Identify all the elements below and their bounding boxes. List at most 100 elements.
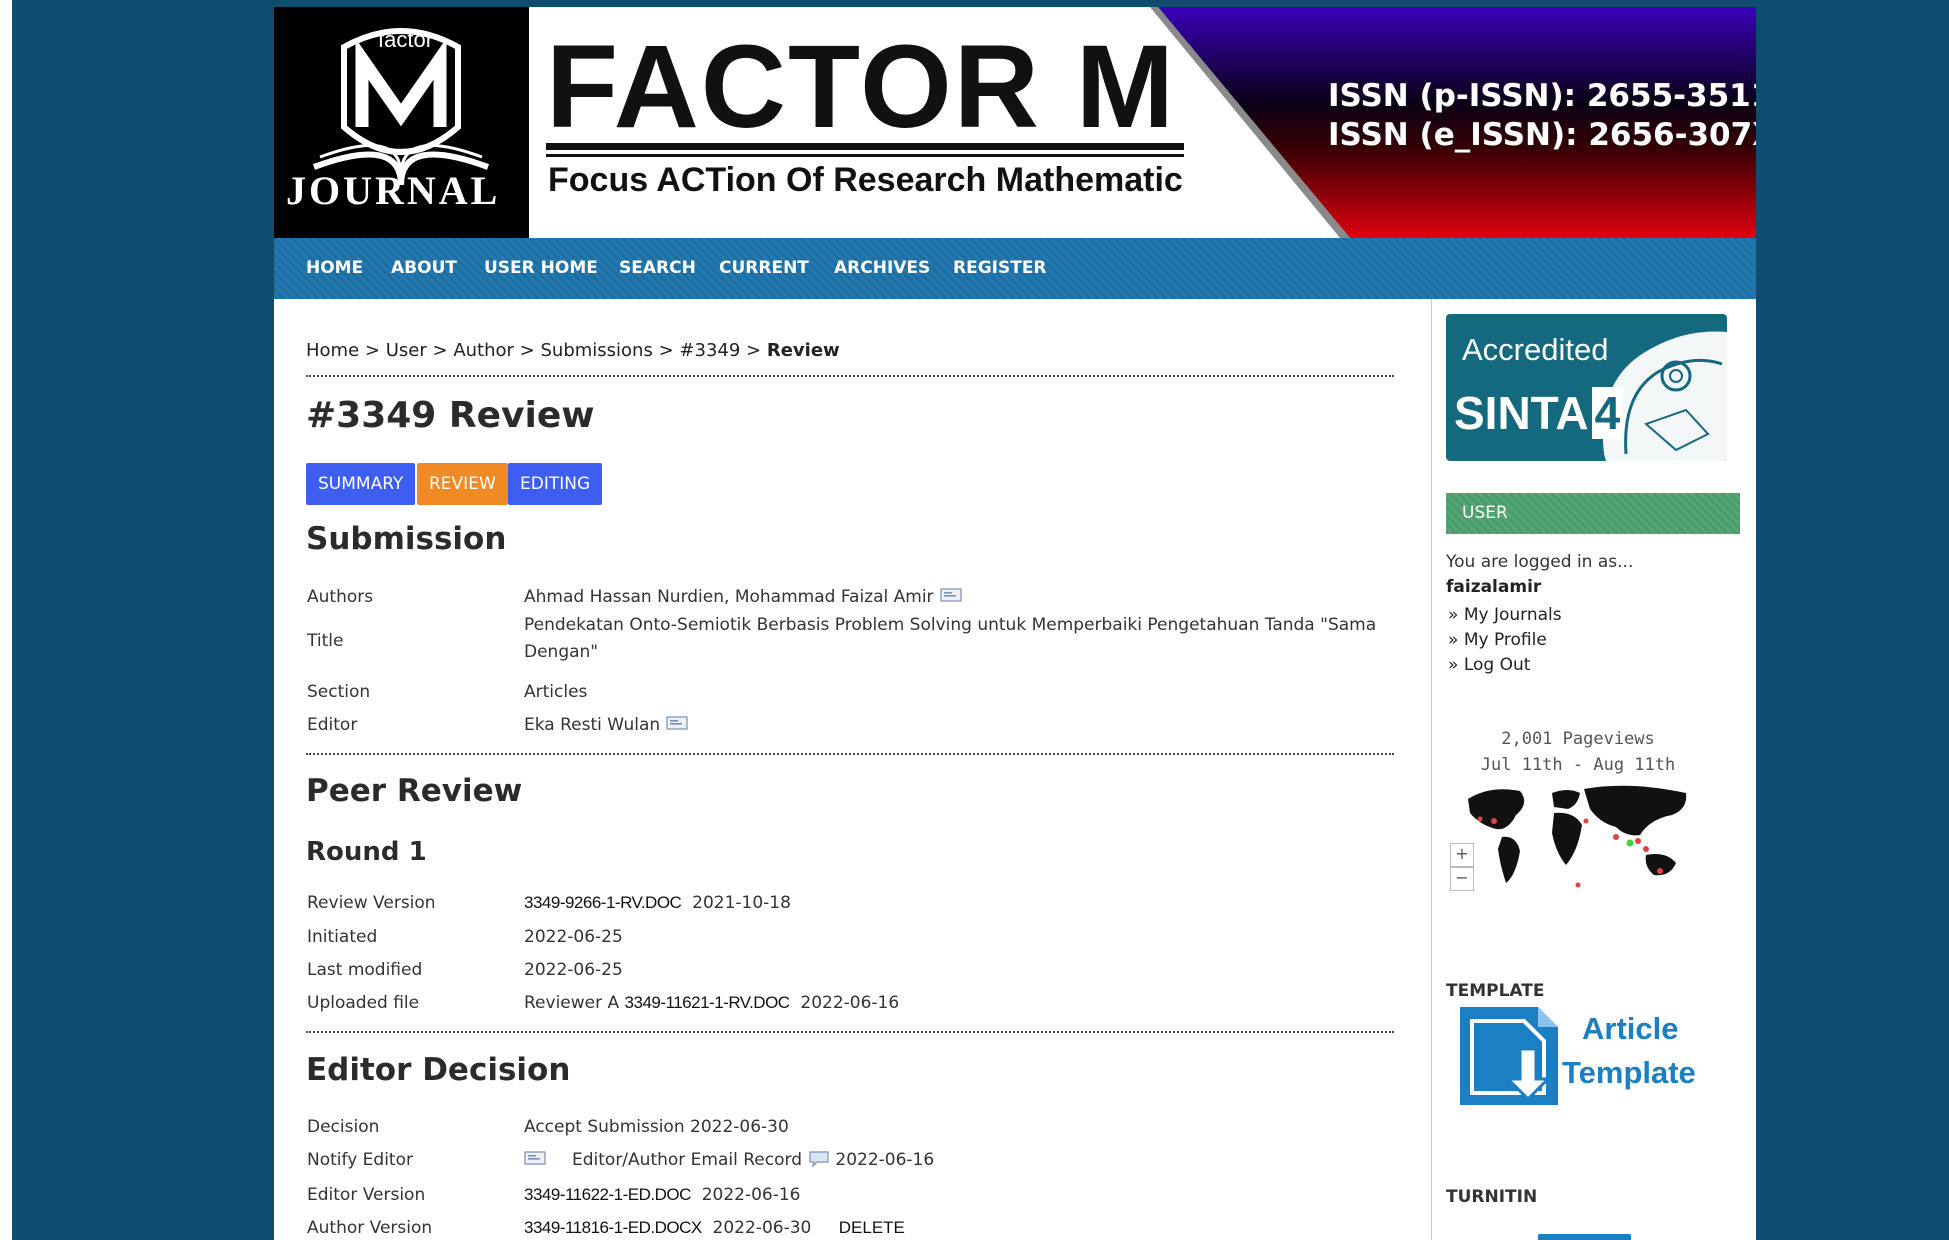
user-block-header: USER <box>1446 493 1740 534</box>
editor-version-file-link[interactable]: 3349-11622-1-ED.DOC <box>524 1185 691 1204</box>
envelope-icon[interactable] <box>666 715 688 735</box>
logo-top-text: factor <box>378 27 434 52</box>
title-value: Pendekatan Onto-Semiotik Berbasis Proble… <box>524 615 1377 662</box>
breadcrumb-home[interactable]: Home <box>306 340 359 361</box>
sidebar-link-log-out[interactable]: » Log Out <box>1448 655 1530 675</box>
breadcrumb-author[interactable]: Author <box>453 340 514 361</box>
decision-label: Decision <box>307 1117 380 1137</box>
breadcrumb-submissions[interactable]: Submissions <box>540 340 652 361</box>
initiated-label: Initiated <box>307 927 378 947</box>
uploaded-file-date: 2022-06-16 <box>800 993 900 1013</box>
submission-heading: Submission <box>306 521 507 557</box>
author-version-file-link[interactable]: 3349-11816-1-ED.DOCX <box>524 1218 702 1237</box>
editor-version-date: 2022-06-16 <box>701 1185 801 1205</box>
notify-date: 2022-06-16 <box>835 1150 935 1170</box>
breadcrumb: Home > User > Author > Submissions > #33… <box>306 340 840 361</box>
nav-current[interactable]: CURRENT <box>719 258 809 278</box>
editor-name: Eka Resti Wulan <box>524 715 661 735</box>
email-record-link[interactable]: Editor/Author Email Record <box>572 1150 802 1170</box>
issn-block: ISSN (p-ISSN): 2655-3511 ISSN (e_ISSN): … <box>1328 77 1756 155</box>
notify-editor-label: Notify Editor <box>307 1150 413 1170</box>
pageviews-count: 2,001 Pageviews <box>1501 729 1655 749</box>
brand-rule <box>546 143 1184 150</box>
nav-search[interactable]: SEARCH <box>619 258 696 278</box>
world-map-icon <box>1468 785 1687 888</box>
tab-summary[interactable]: SUMMARY <box>306 463 416 505</box>
tab-review[interactable]: REVIEW <box>417 463 508 505</box>
notify-editor-value: Editor/Author Email Record 2022-06-16 <box>524 1150 934 1173</box>
divider <box>306 1031 1394 1033</box>
editor-decision-heading: Editor Decision <box>306 1052 571 1088</box>
author-version-value: 3349-11816-1-ED.DOCX 2022-06-30 DELETE <box>524 1218 905 1238</box>
nav-archives[interactable]: ARCHIVES <box>834 258 930 278</box>
breadcrumb-user[interactable]: User <box>386 340 427 361</box>
sinta-level: 4 <box>1591 387 1624 439</box>
logged-in-as-text: You are logged in as... <box>1446 552 1634 572</box>
template-heading: TEMPLATE <box>1446 981 1545 1001</box>
article-template-link[interactable]: Article Template <box>1454 1001 1696 1125</box>
section-value: Articles <box>524 682 588 702</box>
author-version-date: 2022-06-30 <box>712 1218 812 1238</box>
sinta-word: SINTA <box>1454 387 1589 439</box>
uploaded-reviewer: Reviewer A <box>524 993 620 1013</box>
envelope-icon[interactable] <box>939 587 962 607</box>
sinta-accredited-text: Accredited <box>1462 332 1609 367</box>
review-version-file-link[interactable]: 3349-9266-1-RV.DOC <box>524 893 682 912</box>
author-version-label: Author Version <box>307 1218 433 1238</box>
uploaded-file-label: Uploaded file <box>307 993 420 1013</box>
delete-button[interactable]: DELETE <box>839 1218 905 1237</box>
breadcrumb-separator: > <box>364 340 380 361</box>
page-title: #3349 Review <box>306 395 595 436</box>
template-text-template: Template <box>1562 1055 1696 1090</box>
map-zoom-in-button[interactable]: + <box>1450 843 1474 867</box>
pageviews-range: Jul 11th - Aug 11th <box>1480 755 1676 775</box>
brand-rule <box>546 154 1184 157</box>
decision-value: Accept Submission 2022-06-30 <box>524 1117 789 1137</box>
breadcrumb-separator: > <box>658 340 674 361</box>
bullet-icon: » <box>1448 655 1464 675</box>
nav-user-home[interactable]: USER HOME <box>484 258 598 278</box>
uploaded-file-link[interactable]: 3349-11621-1-RV.DOC <box>625 993 791 1012</box>
brand-block: FACTOR M Focus ACTion Of Research Mathem… <box>546 21 1186 199</box>
brand-title: FACTOR M <box>546 21 1177 153</box>
sinta-badge[interactable]: Accredited SINTA 4 <box>1446 314 1727 461</box>
map-zoom-out-button[interactable]: − <box>1450 867 1474 891</box>
sidebar-link-label: My Profile <box>1463 630 1547 650</box>
last-modified-label: Last modified <box>307 960 423 980</box>
divider <box>306 753 1394 755</box>
site-header: factor JOURNAL FACTOR M Focus ACTion Of … <box>274 7 1756 238</box>
title-label: Title <box>307 631 344 651</box>
authors-names: Ahmad Hassan Nurdien, Mohammad Faizal Am… <box>524 587 934 607</box>
issn-print: ISSN (p-ISSN): 2655-3511 <box>1328 78 1756 114</box>
breadcrumb-separator: > <box>746 340 762 361</box>
tab-editing[interactable]: EDITING <box>508 463 603 505</box>
nav-about[interactable]: ABOUT <box>391 258 457 278</box>
turnitin-badge[interactable] <box>1538 1234 1631 1240</box>
nav-register[interactable]: REGISTER <box>953 258 1047 278</box>
sidebar-link-label: My Journals <box>1463 605 1562 625</box>
sidebar-divider <box>1431 299 1432 1240</box>
username: faizalamir <box>1446 577 1542 597</box>
last-modified-value: 2022-06-25 <box>524 960 623 980</box>
editor-value: Eka Resti Wulan <box>524 715 688 735</box>
main-navigation: HOME ABOUT USER HOME SEARCH CURRENT ARCH… <box>274 238 1756 299</box>
sidebar-link-my-journals[interactable]: » My Journals <box>1448 605 1562 625</box>
visitor-map[interactable]: + − <box>1450 779 1695 908</box>
journal-logo[interactable]: factor JOURNAL <box>274 7 529 238</box>
page-container: factor JOURNAL FACTOR M Focus ACTion Of … <box>274 7 1756 1240</box>
speech-bubble-icon[interactable] <box>808 1150 830 1173</box>
breadcrumb-separator: > <box>519 340 535 361</box>
issn-electronic: ISSN (e_ISSN): 2656-307X <box>1328 117 1756 153</box>
nav-home[interactable]: HOME <box>306 258 363 278</box>
turnitin-heading: TURNITIN <box>1446 1187 1538 1207</box>
breadcrumb-current[interactable]: Review <box>767 340 840 361</box>
bullet-icon: » <box>1448 630 1464 650</box>
breadcrumb-submission-id[interactable]: #3349 <box>679 340 740 361</box>
review-version-label: Review Version <box>307 893 436 913</box>
review-version-date: 2021-10-18 <box>692 893 791 913</box>
sidebar-link-my-profile[interactable]: » My Profile <box>1448 630 1547 650</box>
peer-review-heading: Peer Review <box>306 773 523 809</box>
envelope-icon[interactable] <box>524 1150 546 1170</box>
sinta-text: SINTA 4 <box>1454 386 1624 440</box>
initiated-value: 2022-06-25 <box>524 927 623 947</box>
